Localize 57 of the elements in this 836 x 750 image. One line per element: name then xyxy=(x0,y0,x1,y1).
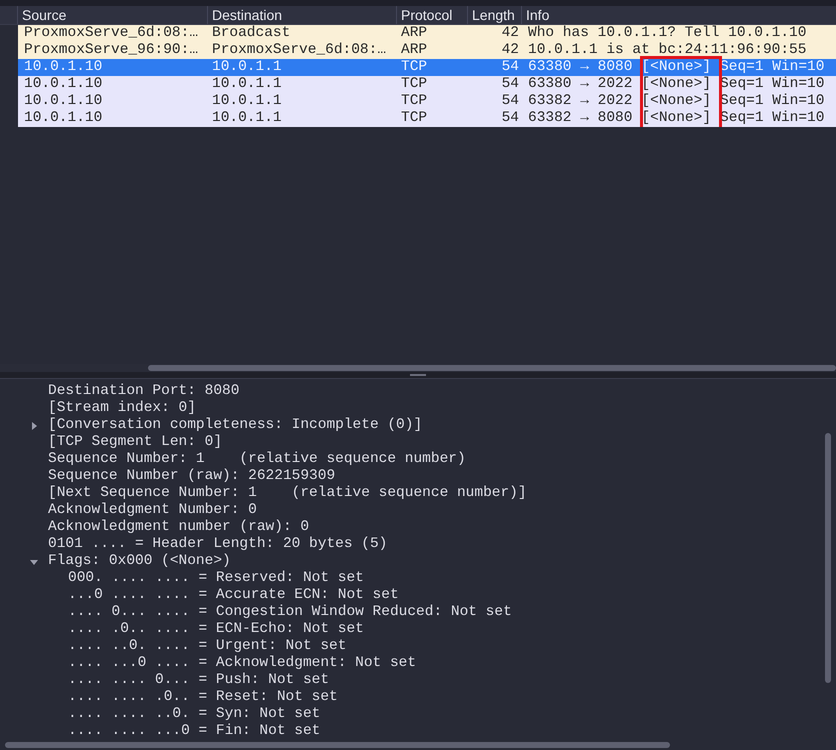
splitter-handle[interactable] xyxy=(410,374,426,376)
scrollbar-thumb[interactable] xyxy=(148,365,836,371)
protocol-cell-text: TCP xyxy=(400,59,428,76)
protocol-cell-text: ARP xyxy=(400,42,428,59)
flags-text: [<None>] xyxy=(641,59,712,76)
length-cell-text: 54 xyxy=(500,110,520,127)
scrollbar-thumb[interactable] xyxy=(5,742,670,748)
packet-row[interactable]: 10.0.1.10 10.0.1.1 TCP 54 63382 → 8080 [<None>] Seq=1 Win=10 xyxy=(18,110,836,127)
packet-row[interactable]: 10.0.1.10 10.0.1.1 TCP 54 63380 → 2022 [<None>] Seq=1 Win=10 xyxy=(18,76,836,93)
length-cell-text: 42 xyxy=(500,42,520,59)
packet-row[interactable]: ProxmoxServe_6d:08:… Broadcast ARP 42 Who has 10.0.1.1? Tell 10.0.1.10 xyxy=(18,25,836,42)
info-cell: 63382 → 8080 xyxy=(528,110,632,127)
expander-icon[interactable] xyxy=(30,558,38,566)
scrollbar-thumb[interactable] xyxy=(825,433,831,683)
destination-cell-text: ProxmoxServe_6d:08:… xyxy=(211,42,388,59)
protocol-cell-text: TCP xyxy=(400,110,428,127)
source-cell-text: 10.0.1.10 xyxy=(23,110,104,127)
info-cell: 63382 → 2022 xyxy=(528,93,632,110)
info-cell: Seq=1 Win=10 xyxy=(720,93,824,110)
packet-row[interactable]: ProxmoxServe_96:90:… ProxmoxServe_6d:08:… ARP 42 10.0.1.1 is at bc:24:11:96:90:55 xyxy=(18,42,836,59)
flags-text: [<None>] xyxy=(641,76,712,93)
source-cell-text: ProxmoxServe_6d:08:… xyxy=(23,25,200,42)
protocol-cell-text: TCP xyxy=(400,76,428,93)
packet-row[interactable]: 10.0.1.10 10.0.1.1 TCP 54 63380 → 8080 [<None>] Seq=1 Win=10 xyxy=(18,59,836,76)
destination-cell-text: 10.0.1.1 xyxy=(211,110,283,127)
length-cell-text: 54 xyxy=(500,59,520,76)
destination-cell-text: Broadcast xyxy=(211,25,292,42)
info-cell: 63380 → 8080 xyxy=(528,59,632,76)
flags-text: [<None>] xyxy=(641,93,712,110)
column-header[interactable]: Info xyxy=(526,7,550,23)
source-cell-text: ProxmoxServe_96:90:… xyxy=(23,42,200,59)
info-cell: Seq=1 Win=10 xyxy=(720,59,824,76)
flags-text: [<None>] xyxy=(641,110,712,127)
protocol-cell-text: ARP xyxy=(400,25,428,42)
expander-icon[interactable] xyxy=(30,422,38,430)
column-header[interactable]: Destination xyxy=(212,7,282,23)
destination-cell-text: 10.0.1.1 xyxy=(211,93,283,110)
source-cell-text: 10.0.1.10 xyxy=(23,76,104,93)
length-cell-text: 42 xyxy=(500,25,520,42)
info-cell: Who has 10.0.1.1? Tell 10.0.1.10 xyxy=(528,25,806,42)
column-header[interactable]: Protocol xyxy=(401,7,452,23)
source-cell-text: 10.0.1.10 xyxy=(23,59,104,76)
source-cell-text: 10.0.1.10 xyxy=(23,93,104,110)
info-cell: 63380 → 2022 xyxy=(528,76,632,93)
detail-line[interactable]: .... .0.. .... = ECN-Echo: Not set xyxy=(68,618,364,640)
protocol-cell-text: TCP xyxy=(400,93,428,110)
packet-row[interactable]: 10.0.1.10 10.0.1.1 TCP 54 63382 → 2022 [<None>] Seq=1 Win=10 xyxy=(18,93,836,110)
destination-cell-text: 10.0.1.1 xyxy=(211,59,283,76)
info-cell: Seq=1 Win=10 xyxy=(720,110,824,127)
destination-cell-text: 10.0.1.1 xyxy=(211,76,283,93)
length-cell-text: 54 xyxy=(500,93,520,110)
column-header[interactable]: Length xyxy=(472,7,515,23)
length-cell-text: 54 xyxy=(500,76,520,93)
column-header[interactable]: Source xyxy=(22,7,66,23)
info-cell: 10.0.1.1 is at bc:24:11:96:90:55 xyxy=(528,42,806,59)
info-cell: Seq=1 Win=10 xyxy=(720,76,824,93)
detail-line[interactable]: .... .... ...0 = Fin: Not set xyxy=(68,720,320,740)
